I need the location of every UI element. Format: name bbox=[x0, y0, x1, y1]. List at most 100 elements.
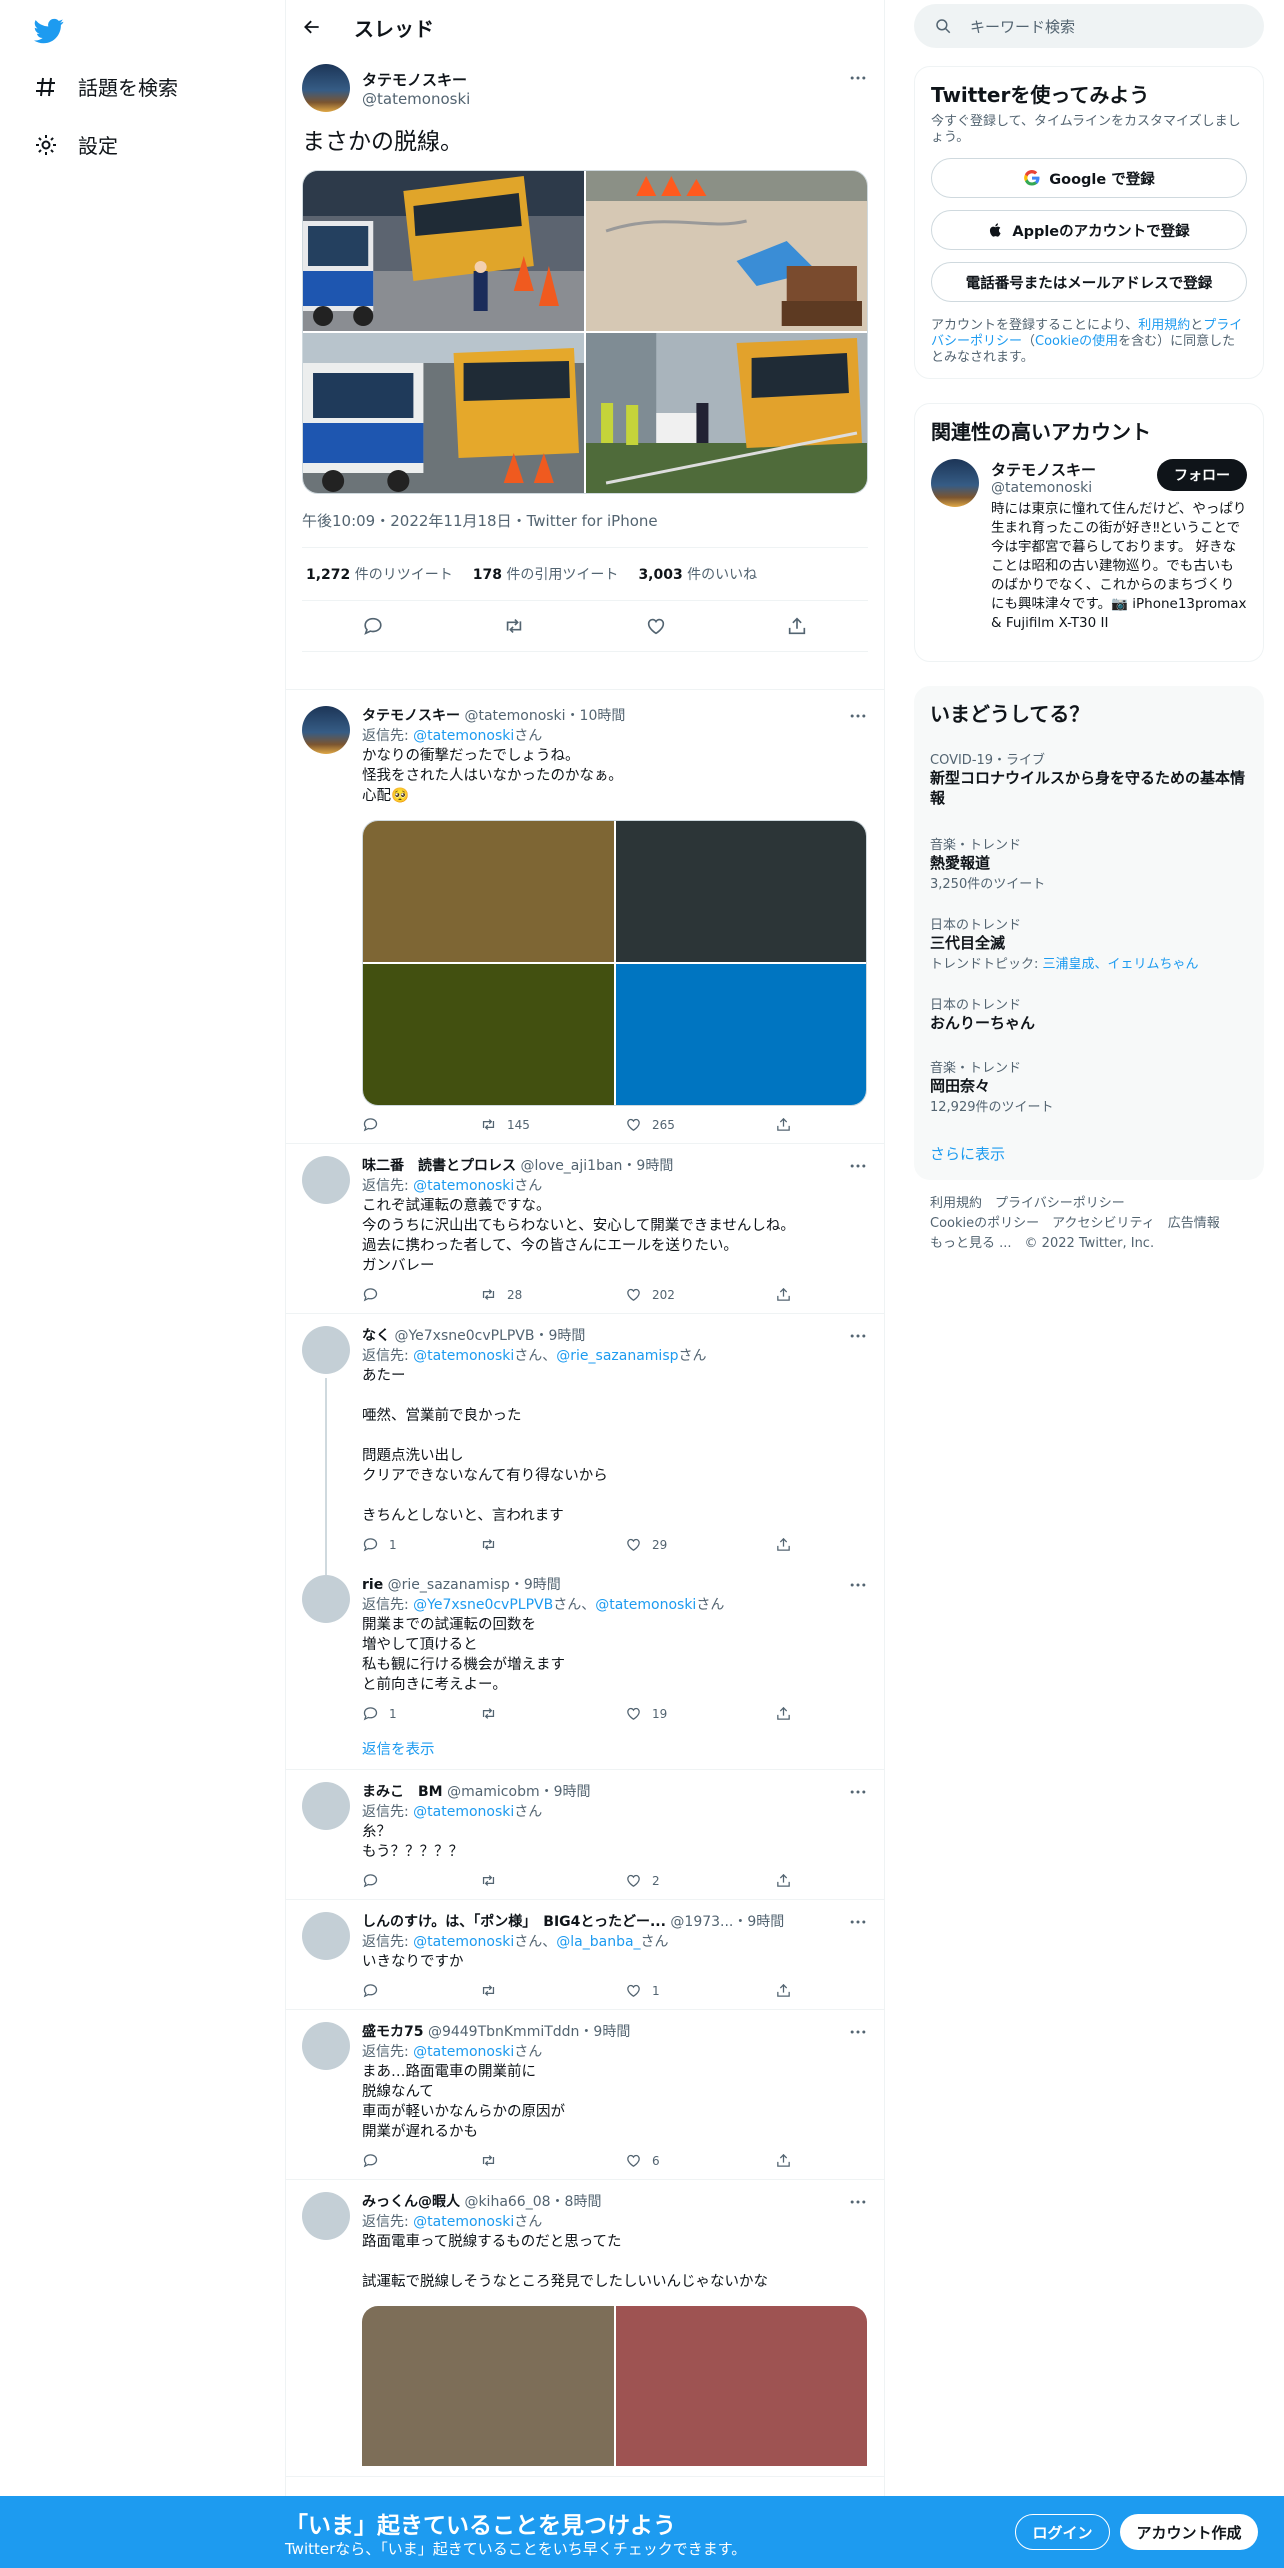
footer-link[interactable]: プライバシーポリシー bbox=[995, 1196, 1125, 1211]
media-tile[interactable] bbox=[362, 2306, 614, 2467]
footer-link[interactable]: 広告情報 bbox=[1168, 1216, 1220, 1231]
like-button[interactable]: 1 bbox=[625, 1982, 775, 1999]
reply-button[interactable]: 1 bbox=[362, 1705, 480, 1722]
reply-tweet[interactable]: タテモノスキー @tatemonoski・10時間 返信先: @tatemono… bbox=[286, 690, 884, 1145]
media-tile[interactable] bbox=[615, 821, 866, 963]
avatar[interactable] bbox=[302, 1912, 350, 1961]
twitter-logo-icon[interactable] bbox=[32, 16, 66, 46]
related-account[interactable]: タテモノスキー @tatemonoski フォロー 時には東京に憧れて住んだけど… bbox=[931, 459, 1247, 649]
terms-link[interactable]: 利用規約 bbox=[1138, 318, 1190, 333]
timestamp[interactable]: ・9時間 bbox=[622, 1158, 673, 1174]
retweets-stat[interactable]: 1,272 件のリツイート bbox=[306, 564, 453, 584]
likes-stat[interactable]: 3,003 件のいいね bbox=[638, 564, 757, 584]
more-icon[interactable] bbox=[848, 1156, 868, 1176]
nav-settings[interactable]: 設定 bbox=[34, 130, 118, 159]
timestamp[interactable]: ・9時間 bbox=[535, 1328, 586, 1344]
tweet-meta[interactable]: 午後10:09・2022年11月18日・Twitter for iPhone bbox=[302, 494, 868, 549]
author-name[interactable]: しんのすけ。は、「ポン様」 BIG4とったどー... bbox=[362, 1914, 666, 1930]
more-icon[interactable] bbox=[848, 1782, 868, 1802]
author-handle[interactable]: @love_aji1ban bbox=[520, 1158, 622, 1174]
more-icon[interactable] bbox=[848, 1326, 868, 1346]
media-tile[interactable] bbox=[615, 964, 866, 1106]
reply-tweet[interactable]: しんのすけ。は、「ポン様」 BIG4とったどー... @1973...・9時間 … bbox=[286, 1900, 884, 2011]
author-name[interactable]: みっくん@暇人 bbox=[362, 2194, 460, 2210]
timestamp[interactable]: ・9時間 bbox=[510, 1577, 561, 1593]
author-name[interactable]: タテモノスキー bbox=[362, 708, 460, 724]
mention-link[interactable]: @tatemonoski bbox=[413, 728, 514, 744]
trend-item[interactable]: 音楽・トレンド 岡田奈々 12,929件のツイート bbox=[930, 1057, 1248, 1115]
reply-tweet[interactable]: みっくん@暇人 @kiha66_08・8時間 返信先: @tatemonoski… bbox=[286, 2180, 884, 2478]
author-handle[interactable]: @1973... bbox=[670, 1914, 733, 1930]
avatar[interactable] bbox=[302, 706, 350, 755]
avatar[interactable] bbox=[302, 64, 350, 112]
retweet-button[interactable]: 145 bbox=[480, 1116, 625, 1133]
author-handle[interactable]: @Ye7xsne0cvPLPVB bbox=[394, 1328, 534, 1344]
avatar[interactable] bbox=[302, 1575, 350, 1624]
apple-signup-button[interactable]: Appleのアカウントで登録 bbox=[931, 210, 1247, 250]
nav-explore[interactable]: 話題を検索 bbox=[34, 72, 178, 101]
share-icon[interactable] bbox=[786, 615, 808, 637]
photo-2[interactable] bbox=[586, 171, 867, 332]
avatar[interactable] bbox=[302, 2022, 350, 2071]
more-icon[interactable] bbox=[848, 1912, 868, 1932]
more-icon[interactable] bbox=[848, 2192, 868, 2212]
reply-tweet[interactable]: まみこ BM @mamicobm・9時間 返信先: @tatemonoskiさん… bbox=[286, 1770, 884, 1901]
login-button[interactable]: ログイン bbox=[1015, 2514, 1110, 2550]
photo-1[interactable] bbox=[303, 171, 584, 332]
follow-button[interactable]: フォロー bbox=[1157, 459, 1247, 491]
reply-tweet[interactable]: rie @rie_sazanamisp・9時間 返信先: @Ye7xsne0cv… bbox=[286, 1563, 884, 1771]
author-handle[interactable]: @mamicobm bbox=[447, 1784, 540, 1800]
footer-link[interactable]: Cookieのポリシー bbox=[930, 1216, 1039, 1231]
mention-link[interactable]: @la_banba_ bbox=[556, 1934, 640, 1950]
author-handle[interactable]: @kiha66_08 bbox=[464, 2194, 550, 2210]
reply-button[interactable]: 1 bbox=[362, 1536, 480, 1553]
mention-link[interactable]: @tatemonoski bbox=[413, 1934, 514, 1950]
trend-item[interactable]: 日本のトレンド おんりーちゃん bbox=[930, 994, 1248, 1033]
like-button[interactable]: 19 bbox=[625, 1705, 775, 1722]
photo-3[interactable] bbox=[303, 333, 584, 494]
timestamp[interactable]: ・9時間 bbox=[540, 1784, 591, 1800]
retweet-button[interactable] bbox=[480, 1982, 625, 1999]
google-signup-button[interactable]: Google で登録 bbox=[931, 158, 1247, 198]
like-button[interactable]: 6 bbox=[625, 2152, 775, 2169]
timestamp[interactable]: ・10時間 bbox=[566, 708, 626, 724]
retweet-button[interactable] bbox=[480, 1536, 625, 1553]
like-button[interactable]: 265 bbox=[625, 1116, 775, 1133]
footer-link[interactable]: 利用規約 bbox=[930, 1196, 982, 1211]
share-button[interactable] bbox=[775, 1872, 802, 1889]
timestamp[interactable]: ・9時間 bbox=[733, 1914, 784, 1930]
back-arrow-icon[interactable] bbox=[302, 17, 322, 37]
author-name[interactable]: 味二番 読書とプロレス bbox=[362, 1158, 516, 1174]
search-box[interactable]: キーワード検索 bbox=[914, 4, 1264, 48]
trend-item[interactable]: COVID-19・ライブ 新型コロナウイルスから身を守るための基本情報 bbox=[930, 749, 1248, 808]
author-name[interactable]: タテモノスキー bbox=[362, 69, 470, 90]
reply-tweet[interactable]: 味二番 読書とプロレス @love_aji1ban・9時間 返信先: @tate… bbox=[286, 1144, 884, 1315]
media-tile[interactable] bbox=[615, 2306, 867, 2467]
footer-more[interactable]: もっと見る ... bbox=[930, 1236, 1012, 1251]
avatar[interactable] bbox=[931, 459, 979, 507]
more-icon[interactable] bbox=[848, 706, 868, 726]
more-icon[interactable] bbox=[848, 68, 868, 88]
reply-tweet[interactable]: 盛モカ75 @9449TbnKmmiTddn・9時間 返信先: @tatemon… bbox=[286, 2010, 884, 2181]
like-icon[interactable] bbox=[645, 615, 667, 637]
avatar[interactable] bbox=[302, 2192, 350, 2241]
retweet-button[interactable] bbox=[480, 1872, 625, 1889]
mention-link[interactable]: @rie_sazanamisp bbox=[556, 1348, 678, 1364]
author-handle[interactable]: @rie_sazanamisp bbox=[388, 1577, 510, 1593]
signup-button[interactable]: アカウント作成 bbox=[1120, 2514, 1258, 2550]
mention-link[interactable]: @tatemonoski bbox=[413, 1804, 514, 1820]
more-icon[interactable] bbox=[848, 2022, 868, 2042]
phone-email-signup-button[interactable]: 電話番号またはメールアドレスで登録 bbox=[931, 262, 1247, 302]
quotes-stat[interactable]: 178 件の引用ツイート bbox=[473, 564, 619, 584]
avatar[interactable] bbox=[302, 1326, 350, 1375]
author-handle[interactable]: @tatemonoski bbox=[362, 90, 470, 108]
author-handle[interactable]: @tatemonoski bbox=[464, 708, 565, 724]
reply-button[interactable] bbox=[362, 1286, 480, 1303]
share-button[interactable] bbox=[775, 1536, 802, 1553]
share-button[interactable] bbox=[775, 1116, 802, 1133]
media-tile[interactable] bbox=[363, 821, 614, 963]
avatar[interactable] bbox=[302, 1782, 350, 1831]
reply-button[interactable] bbox=[362, 1116, 480, 1133]
mention-link[interactable]: @tatemonoski bbox=[413, 1178, 514, 1194]
photo-4[interactable] bbox=[586, 333, 867, 494]
